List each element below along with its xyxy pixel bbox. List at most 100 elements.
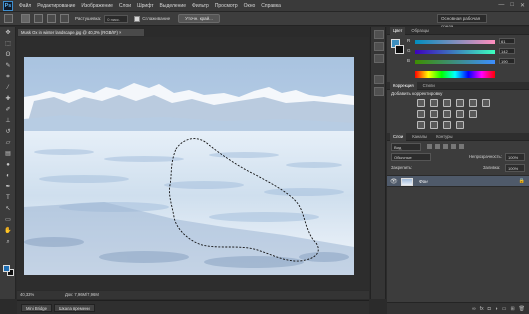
filter-adjustment-icon[interactable] — [435, 144, 440, 149]
menu-layers[interactable]: Слои — [119, 3, 131, 9]
path-select-tool-icon[interactable]: ↖ — [2, 205, 14, 214]
black-white-icon[interactable] — [430, 110, 438, 118]
tab-color[interactable]: Цвет — [390, 26, 406, 35]
hue-saturation-icon[interactable] — [482, 99, 490, 107]
layer-style-icon[interactable]: fx — [480, 306, 484, 312]
tab-timeline[interactable]: Шкала времени — [53, 303, 95, 312]
eye-icon[interactable]: 👁 — [390, 178, 398, 185]
workspace-select[interactable]: Основная рабочая среда — [437, 14, 487, 29]
refine-edge-button[interactable]: Уточн. край... — [178, 14, 220, 23]
menu-edit[interactable]: Редактирование — [37, 3, 75, 9]
red-slider[interactable]: R 61 — [407, 38, 527, 46]
history-panel-icon[interactable] — [374, 30, 384, 39]
new-layer-icon[interactable]: ⊞ — [510, 306, 514, 312]
green-slider[interactable]: G 142 — [407, 48, 527, 56]
feather-input[interactable]: 0 пикс. — [104, 14, 129, 23]
move-tool-icon[interactable]: ✥ — [2, 29, 14, 38]
filter-smart-icon[interactable] — [459, 144, 464, 149]
brush-panel-icon[interactable] — [374, 54, 384, 63]
layer-mask-icon[interactable]: ◘ — [488, 306, 491, 312]
type-tool-icon[interactable]: T — [2, 194, 14, 203]
close-icon[interactable]: ✕ — [520, 2, 525, 9]
shape-tool-icon[interactable]: ▭ — [2, 216, 14, 225]
tab-channels[interactable]: Каналы — [409, 133, 430, 141]
menu-help[interactable]: Справка — [261, 3, 281, 9]
adjustment-layer-icon[interactable]: ◑ — [495, 306, 498, 312]
menu-window[interactable]: Окно — [244, 3, 256, 9]
tab-swatches[interactable]: Образцы — [408, 27, 432, 35]
green-value[interactable]: 142 — [499, 48, 515, 54]
blue-value[interactable]: 190 — [499, 58, 515, 64]
healing-brush-tool-icon[interactable]: ✚ — [2, 95, 14, 104]
lasso-preset-icon[interactable] — [4, 14, 13, 23]
fill-input[interactable]: 100% — [505, 164, 525, 172]
color-lookup-icon[interactable] — [469, 110, 477, 118]
opacity-input[interactable]: 100% — [505, 153, 525, 161]
properties-panel-icon[interactable] — [374, 42, 384, 51]
foreground-color-swatch[interactable] — [3, 265, 10, 272]
curves-icon[interactable] — [443, 99, 451, 107]
hand-tool-icon[interactable]: ✋ — [2, 227, 14, 236]
new-selection-icon[interactable] — [21, 14, 30, 23]
brightness-contrast-icon[interactable] — [417, 99, 425, 107]
blue-slider[interactable]: B 190 — [407, 58, 527, 66]
exposure-icon[interactable] — [456, 99, 464, 107]
marquee-tool-icon[interactable]: ⬚ — [2, 40, 14, 49]
pen-tool-icon[interactable]: ✒ — [2, 183, 14, 192]
document-image[interactable] — [24, 57, 354, 275]
menu-image[interactable]: Изображение — [81, 3, 113, 9]
tab-styles[interactable]: Стили — [420, 82, 438, 90]
clone-stamp-tool-icon[interactable]: ⊥ — [2, 117, 14, 126]
antialias-checkbox[interactable] — [134, 15, 141, 22]
document-tab[interactable]: Musk Ox in winter landscape.jpg @ 40,3% … — [17, 28, 145, 37]
filter-pixel-icon[interactable] — [427, 144, 432, 149]
filter-type-icon[interactable] — [443, 144, 448, 149]
channel-mixer-icon[interactable] — [456, 110, 464, 118]
menu-type[interactable]: Шрифт — [137, 3, 153, 9]
blur-tool-icon[interactable]: ● — [2, 161, 14, 170]
brush-tool-icon[interactable]: ✐ — [2, 106, 14, 115]
red-value[interactable]: 61 — [499, 38, 515, 44]
zoom-tool-icon[interactable]: ⌕ — [2, 238, 14, 247]
history-brush-tool-icon[interactable]: ↺ — [2, 128, 14, 137]
blend-mode-select[interactable]: Обычные — [391, 153, 431, 161]
tab-paths[interactable]: Контуры — [433, 133, 455, 141]
quick-select-tool-icon[interactable]: ✎ — [2, 62, 14, 71]
levels-icon[interactable] — [430, 99, 438, 107]
selective-color-icon[interactable] — [443, 121, 451, 129]
lasso-tool-icon[interactable]: ʘ — [2, 51, 14, 60]
color-panel-bg-swatch[interactable] — [395, 45, 404, 54]
delete-layer-icon[interactable]: 🗑 — [519, 306, 525, 312]
color-balance-icon[interactable] — [417, 110, 425, 118]
eraser-tool-icon[interactable]: ▱ — [2, 139, 14, 148]
paragraph-panel-icon[interactable] — [374, 87, 384, 96]
zoom-level[interactable]: 40,33% — [20, 291, 34, 299]
intersect-selection-icon[interactable] — [60, 14, 69, 23]
minimize-icon[interactable]: — — [498, 2, 504, 9]
vibrance-icon[interactable] — [469, 99, 477, 107]
layer-kind-filter[interactable]: Вид — [391, 143, 421, 151]
crop-tool-icon[interactable]: ⌗ — [2, 73, 14, 82]
eyedropper-tool-icon[interactable]: ⁄ — [2, 84, 14, 93]
photo-filter-icon[interactable] — [443, 110, 451, 118]
tab-adjustments[interactable]: Коррекция — [390, 81, 417, 90]
tab-mini-bridge[interactable]: Mini Bridge — [21, 303, 52, 312]
layer-row-background[interactable]: 👁 Фон 🔒 — [387, 175, 529, 187]
layer-name[interactable]: Фон — [419, 179, 428, 184]
menu-filter[interactable]: Фильтр — [192, 3, 209, 9]
group-icon[interactable]: ▭ — [502, 306, 507, 312]
subtract-selection-icon[interactable] — [47, 14, 56, 23]
add-selection-icon[interactable] — [34, 14, 43, 23]
menu-file[interactable]: Файл — [19, 3, 31, 9]
gradient-map-icon[interactable] — [456, 121, 464, 129]
color-spectrum-bar[interactable] — [415, 71, 495, 78]
filter-shape-icon[interactable] — [451, 144, 456, 149]
tab-layers[interactable]: Слои — [390, 132, 407, 141]
menu-view[interactable]: Просмотр — [215, 3, 238, 9]
posterize-icon[interactable] — [417, 121, 425, 129]
character-panel-icon[interactable] — [374, 75, 384, 84]
menu-select[interactable]: Выделение — [160, 3, 187, 9]
link-layers-icon[interactable]: ∞ — [472, 306, 476, 312]
dodge-tool-icon[interactable]: ◐ — [2, 172, 14, 181]
gradient-tool-icon[interactable]: ▤ — [2, 150, 14, 159]
